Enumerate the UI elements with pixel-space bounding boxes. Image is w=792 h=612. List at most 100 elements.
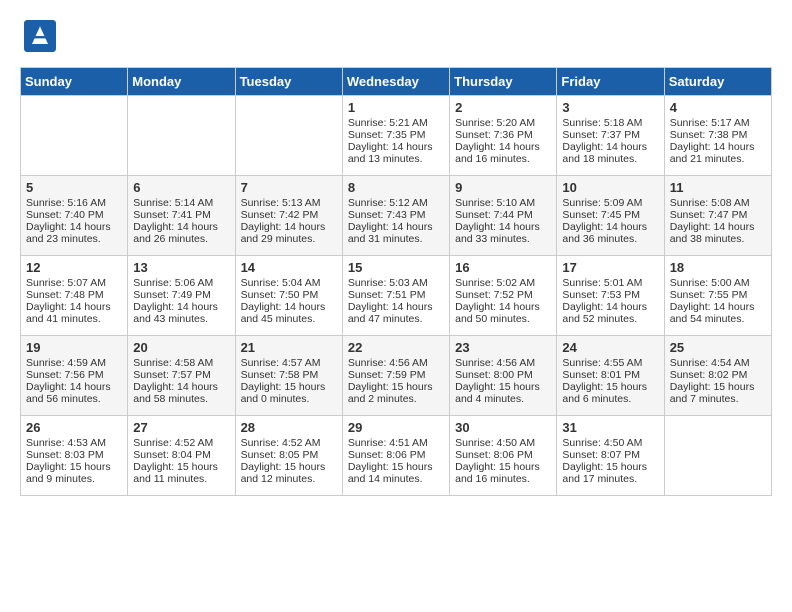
day-info: Sunset: 7:53 PM	[562, 289, 658, 301]
day-info: Daylight: 14 hours	[26, 381, 122, 393]
calendar-day: 10Sunrise: 5:09 AMSunset: 7:45 PMDayligh…	[557, 176, 664, 256]
calendar-day: 2Sunrise: 5:20 AMSunset: 7:36 PMDaylight…	[450, 96, 557, 176]
day-info: and 17 minutes.	[562, 473, 658, 485]
calendar-week-4: 19Sunrise: 4:59 AMSunset: 7:56 PMDayligh…	[21, 336, 772, 416]
day-info: Daylight: 15 hours	[26, 461, 122, 473]
day-info: Sunset: 7:48 PM	[26, 289, 122, 301]
calendar-day	[128, 96, 235, 176]
calendar-week-1: 1Sunrise: 5:21 AMSunset: 7:35 PMDaylight…	[21, 96, 772, 176]
day-info: Daylight: 14 hours	[455, 141, 551, 153]
day-info: and 56 minutes.	[26, 393, 122, 405]
day-info: Daylight: 14 hours	[670, 141, 766, 153]
day-info: Sunrise: 5:03 AM	[348, 277, 444, 289]
day-info: Sunrise: 4:50 AM	[455, 437, 551, 449]
day-info: and 6 minutes.	[562, 393, 658, 405]
calendar-day: 15Sunrise: 5:03 AMSunset: 7:51 PMDayligh…	[342, 256, 449, 336]
day-info: and 41 minutes.	[26, 313, 122, 325]
day-info: Sunrise: 5:12 AM	[348, 197, 444, 209]
day-info: Sunrise: 4:56 AM	[348, 357, 444, 369]
day-info: Sunrise: 5:07 AM	[26, 277, 122, 289]
day-info: Sunset: 7:44 PM	[455, 209, 551, 221]
day-info: Daylight: 14 hours	[670, 301, 766, 313]
day-number: 26	[26, 420, 122, 435]
calendar-week-3: 12Sunrise: 5:07 AMSunset: 7:48 PMDayligh…	[21, 256, 772, 336]
day-info: Daylight: 15 hours	[133, 461, 229, 473]
day-info: and 2 minutes.	[348, 393, 444, 405]
header-cell-wednesday: Wednesday	[342, 68, 449, 96]
day-info: Daylight: 14 hours	[562, 301, 658, 313]
day-info: Sunrise: 5:01 AM	[562, 277, 658, 289]
header-cell-friday: Friday	[557, 68, 664, 96]
calendar-day	[664, 416, 771, 496]
calendar-day: 4Sunrise: 5:17 AMSunset: 7:38 PMDaylight…	[664, 96, 771, 176]
day-info: Daylight: 14 hours	[133, 381, 229, 393]
day-info: and 0 minutes.	[241, 393, 337, 405]
calendar-day	[21, 96, 128, 176]
day-number: 17	[562, 260, 658, 275]
day-number: 7	[241, 180, 337, 195]
day-number: 6	[133, 180, 229, 195]
calendar-day: 5Sunrise: 5:16 AMSunset: 7:40 PMDaylight…	[21, 176, 128, 256]
day-info: and 50 minutes.	[455, 313, 551, 325]
logo	[20, 20, 56, 52]
calendar-day: 9Sunrise: 5:10 AMSunset: 7:44 PMDaylight…	[450, 176, 557, 256]
day-info: Daylight: 14 hours	[133, 221, 229, 233]
day-info: Daylight: 15 hours	[455, 381, 551, 393]
day-info: Daylight: 14 hours	[348, 301, 444, 313]
day-info: Sunrise: 5:00 AM	[670, 277, 766, 289]
day-number: 2	[455, 100, 551, 115]
day-number: 21	[241, 340, 337, 355]
day-info: Sunset: 7:52 PM	[455, 289, 551, 301]
calendar-day: 8Sunrise: 5:12 AMSunset: 7:43 PMDaylight…	[342, 176, 449, 256]
day-number: 5	[26, 180, 122, 195]
day-info: Sunset: 7:58 PM	[241, 369, 337, 381]
day-info: Daylight: 15 hours	[562, 381, 658, 393]
header-row: SundayMondayTuesdayWednesdayThursdayFrid…	[21, 68, 772, 96]
day-info: Sunset: 7:43 PM	[348, 209, 444, 221]
day-info: Sunset: 7:59 PM	[348, 369, 444, 381]
day-info: Sunrise: 4:58 AM	[133, 357, 229, 369]
calendar-day: 6Sunrise: 5:14 AMSunset: 7:41 PMDaylight…	[128, 176, 235, 256]
day-info: Daylight: 15 hours	[241, 461, 337, 473]
day-info: and 38 minutes.	[670, 233, 766, 245]
calendar-day: 28Sunrise: 4:52 AMSunset: 8:05 PMDayligh…	[235, 416, 342, 496]
day-info: and 9 minutes.	[26, 473, 122, 485]
calendar-day: 22 Sunrise: 4:56 AMSunset: 7:59 PMDayligh…	[342, 336, 449, 416]
day-number: 28	[241, 420, 337, 435]
day-info: Sunrise: 5:20 AM	[455, 117, 551, 129]
day-info: Sunrise: 5:02 AM	[455, 277, 551, 289]
day-info: Sunset: 8:06 PM	[455, 449, 551, 461]
day-info: Daylight: 15 hours	[562, 461, 658, 473]
calendar-day: 17 Sunrise: 5:01 AMSunset: 7:53 PMDayligh…	[557, 256, 664, 336]
day-info: Daylight: 14 hours	[26, 221, 122, 233]
day-info: Daylight: 14 hours	[348, 221, 444, 233]
day-number: 31	[562, 420, 658, 435]
day-info: Sunrise: 5:21 AM	[348, 117, 444, 129]
day-info: Daylight: 14 hours	[670, 221, 766, 233]
calendar-day: 13Sunrise: 5:06 AMSunset: 7:49 PMDayligh…	[128, 256, 235, 336]
day-number: 10	[562, 180, 658, 195]
header-cell-saturday: Saturday	[664, 68, 771, 96]
day-number: 22	[348, 340, 444, 355]
day-number: 23	[455, 340, 551, 355]
calendar-day: 25Sunrise: 4:54 AMSunset: 8:02 PMDayligh…	[664, 336, 771, 416]
calendar-week-5: 26Sunrise: 4:53 AMSunset: 8:03 PMDayligh…	[21, 416, 772, 496]
day-info: Sunset: 7:37 PM	[562, 129, 658, 141]
day-number: 14	[241, 260, 337, 275]
day-info: and 18 minutes.	[562, 153, 658, 165]
header-cell-monday: Monday	[128, 68, 235, 96]
calendar-day: 23Sunrise: 4:56 AMSunset: 8:00 PMDayligh…	[450, 336, 557, 416]
logo-icon	[24, 20, 56, 52]
day-info: Sunset: 7:51 PM	[348, 289, 444, 301]
calendar-table: SundayMondayTuesdayWednesdayThursdayFrid…	[20, 67, 772, 496]
day-number: 29	[348, 420, 444, 435]
day-info: and 29 minutes.	[241, 233, 337, 245]
calendar-week-2: 5Sunrise: 5:16 AMSunset: 7:40 PMDaylight…	[21, 176, 772, 256]
day-info: Sunset: 7:40 PM	[26, 209, 122, 221]
calendar-day: 7Sunrise: 5:13 AMSunset: 7:42 PMDaylight…	[235, 176, 342, 256]
day-info: Daylight: 15 hours	[348, 381, 444, 393]
calendar-day: 19Sunrise: 4:59 AMSunset: 7:56 PMDayligh…	[21, 336, 128, 416]
calendar-day: 12Sunrise: 5:07 AMSunset: 7:48 PMDayligh…	[21, 256, 128, 336]
day-info: Daylight: 14 hours	[26, 301, 122, 313]
day-info: Daylight: 14 hours	[455, 301, 551, 313]
